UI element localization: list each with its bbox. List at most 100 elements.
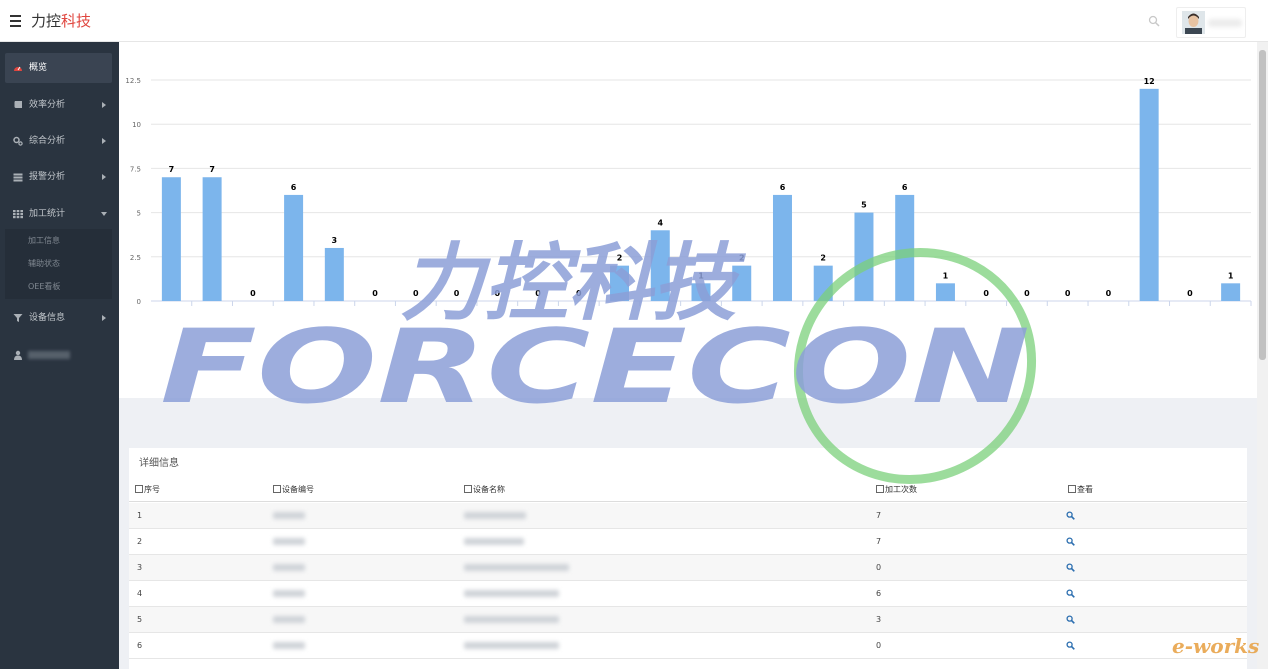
bar (202, 177, 222, 301)
cell-device-name-redacted (464, 590, 559, 597)
chevron-right-icon (102, 315, 106, 321)
bar-data-label: 0 (372, 289, 378, 298)
table-header: 序号 设备编号 设备名称 加工次数 查看 (129, 478, 1247, 502)
table-row[interactable]: 60 (129, 633, 1247, 659)
sidebar-item-overview[interactable]: 概览 (5, 53, 112, 83)
column-header-index[interactable]: 序号 (135, 485, 160, 495)
bar (691, 283, 711, 301)
y-tick-label: 12.5 (125, 77, 141, 85)
cell-count: 0 (876, 563, 882, 572)
view-search-icon[interactable] (1066, 589, 1075, 598)
processing-stats-submenu: 加工信息 辅助状态 OEE看板 (5, 229, 112, 299)
sidebar-item-device-info[interactable]: 设备信息 (0, 303, 119, 333)
bar-data-label: 5 (861, 201, 867, 210)
bar (1139, 88, 1159, 301)
column-header-view[interactable]: 查看 (1068, 485, 1093, 495)
bar-data-label: 6 (780, 183, 786, 192)
cell-index: 5 (137, 615, 143, 624)
cell-device-name-redacted (464, 564, 569, 571)
y-tick-label: 7.5 (130, 165, 141, 173)
sidebar-item-label: 报警分析 (29, 172, 66, 182)
cell-device-name-redacted (464, 616, 559, 623)
bar (1221, 283, 1241, 301)
y-tick-label: 10 (132, 121, 141, 129)
sidebar: 概览 效率分析 综合分析 报警分析 加工统计 加工信息 辅助状态 OEE看板 设… (0, 42, 119, 669)
bar-data-label: 4 (657, 218, 663, 227)
bar (935, 283, 955, 301)
cell-index: 3 (137, 563, 143, 572)
cell-device-name-redacted (464, 512, 526, 519)
cell-device-id-redacted (273, 538, 305, 545)
bar (284, 194, 304, 301)
chevron-right-icon (102, 138, 106, 144)
bar (854, 212, 874, 301)
app-window: 力控科技 概览 效率分析 综合分析 报警分析 加工统计 加工信息 辅助状态 OE… (0, 0, 1268, 669)
detail-table-panel: 详细信息 序号 设备编号 设备名称 加工次数 查看 172730465360 (129, 448, 1247, 669)
cell-count: 7 (876, 537, 882, 546)
chevron-down-icon (101, 212, 107, 216)
bar-data-label: 0 (1106, 289, 1112, 298)
sidebar-item-alarm[interactable]: 报警分析 (0, 162, 119, 192)
bar-data-label: 2 (617, 254, 623, 263)
bar (610, 265, 630, 301)
view-search-icon[interactable] (1066, 615, 1075, 624)
column-header-device-id[interactable]: 设备编号 (273, 485, 314, 495)
sidebar-item-label: 效率分析 (29, 100, 66, 110)
chevron-right-icon (102, 174, 106, 180)
cell-device-id-redacted (273, 642, 305, 649)
cell-index: 1 (137, 511, 143, 520)
bar (161, 177, 181, 301)
bar-data-label: 0 (413, 289, 419, 298)
processing-count-chart: 02.557.51012.57 70630 0 0 0 0 02412625610 0 0 012… (125, 77, 1252, 306)
cell-index: 6 (137, 641, 143, 650)
cell-device-id-redacted (273, 564, 305, 571)
table-row[interactable]: 30 (129, 555, 1247, 581)
view-search-icon[interactable] (1066, 641, 1075, 650)
cell-device-id-redacted (273, 512, 305, 519)
bar-data-label: 3 (332, 236, 338, 245)
scroll-thumb[interactable] (1259, 50, 1266, 360)
bar (813, 265, 833, 301)
view-search-icon[interactable] (1066, 511, 1075, 520)
column-header-device-name[interactable]: 设备名称 (464, 485, 505, 495)
y-tick-label: 5 (137, 210, 141, 218)
submenu-item-processing-info[interactable]: 加工信息 (28, 236, 60, 246)
column-header-count[interactable]: 加工次数 (876, 485, 917, 495)
submenu-item-oee-board[interactable]: OEE看板 (28, 282, 60, 292)
user-menu[interactable] (1176, 7, 1246, 38)
view-search-icon[interactable] (1066, 563, 1075, 572)
bar (650, 230, 670, 301)
bar-data-label: 0 (454, 289, 460, 298)
brand-logo[interactable]: 力控科技 (31, 12, 91, 30)
y-tick-label: 2.5 (130, 254, 141, 262)
y-tick-label: 0 (137, 298, 141, 306)
cell-device-name-redacted (464, 538, 524, 545)
table-row[interactable]: 46 (129, 581, 1247, 607)
bar-data-label: 0 (576, 289, 582, 298)
cell-count: 6 (876, 589, 882, 598)
sidebar-item-processing-stats[interactable]: 加工统计 (0, 199, 119, 229)
user-icon (14, 350, 22, 360)
table-row[interactable]: 17 (129, 503, 1247, 529)
menu-toggle-icon[interactable] (10, 15, 21, 27)
grid-icon (13, 210, 23, 219)
sidebar-item-efficiency[interactable]: 效率分析 (0, 90, 119, 120)
user-name-redacted (1208, 19, 1242, 27)
cell-count: 0 (876, 641, 882, 650)
bar-data-label: 2 (739, 254, 745, 263)
table-row[interactable]: 53 (129, 607, 1247, 633)
bar-data-label: 0 (250, 289, 256, 298)
page-scrollbar[interactable] (1257, 42, 1268, 669)
view-search-icon[interactable] (1066, 537, 1075, 546)
gears-icon (13, 136, 23, 146)
bar-data-label: 2 (820, 254, 826, 263)
cell-device-id-redacted (273, 590, 305, 597)
bar-data-label: 1 (1228, 271, 1234, 280)
cell-count: 3 (876, 615, 882, 624)
bar-data-label: 7 (169, 165, 175, 174)
sidebar-item-comprehensive[interactable]: 综合分析 (0, 126, 119, 156)
table-row[interactable]: 27 (129, 529, 1247, 555)
search-icon[interactable] (1148, 15, 1160, 27)
book-icon (14, 101, 22, 108)
submenu-item-aux-status[interactable]: 辅助状态 (28, 259, 60, 269)
